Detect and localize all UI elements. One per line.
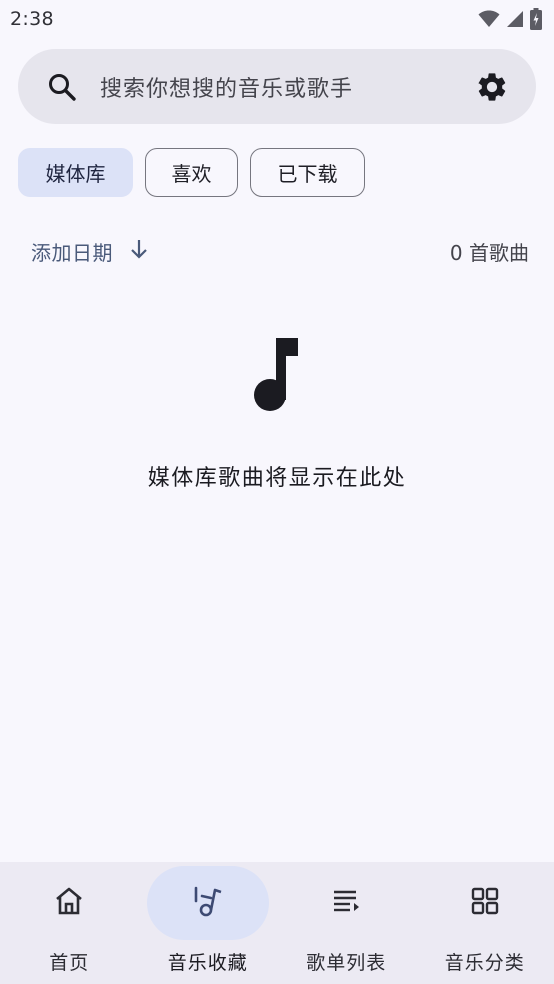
nav-label-categories[interactable]: 音乐分类 — [445, 948, 525, 975]
search-bar[interactable]: 搜索你想搜的音乐或歌手 — [18, 49, 536, 124]
music-library-icon[interactable] — [191, 884, 225, 922]
music-note-icon — [247, 332, 307, 426]
status-bar: 2:38 — [0, 0, 554, 38]
bottom-nav: 首页 音乐收藏 歌单列表 音乐分类 — [0, 862, 554, 984]
status-icons — [478, 8, 542, 30]
arrow-down-icon[interactable] — [129, 238, 149, 264]
signal-icon — [506, 10, 524, 28]
search-icon[interactable] — [46, 71, 78, 103]
empty-message: 媒体库歌曲将显示在此处 — [147, 466, 407, 491]
home-icon[interactable] — [53, 885, 85, 921]
sort-control[interactable]: 添加日期 — [31, 237, 149, 266]
filter-chips: 媒体库 喜欢 已下载 — [18, 148, 365, 197]
nav-item-playlists[interactable]: 歌单列表 — [277, 862, 416, 984]
sort-row: 添加日期 0 首歌曲 — [31, 232, 529, 270]
battery-charging-icon — [530, 8, 542, 30]
wifi-icon — [478, 10, 500, 28]
nav-icon-container[interactable] — [8, 866, 130, 940]
nav-item-categories[interactable]: 音乐分类 — [416, 862, 554, 984]
empty-state: 媒体库歌曲将显示在此处 — [0, 332, 554, 492]
nav-label-music-library[interactable]: 音乐收藏 — [168, 948, 248, 975]
chip-downloaded[interactable]: 已下载 — [250, 148, 365, 197]
status-time: 2:38 — [10, 8, 54, 30]
search-input[interactable]: 搜索你想搜的音乐或歌手 — [100, 71, 474, 103]
sort-label[interactable]: 添加日期 — [31, 237, 113, 266]
chip-library[interactable]: 媒体库 — [18, 148, 133, 197]
grid-icon[interactable] — [470, 886, 500, 920]
screen: 2:38 搜索你想搜的音乐或歌手 媒体库 喜欢 已下载 添加日期 0 首歌曲 媒… — [0, 0, 554, 984]
nav-icon-container[interactable] — [285, 866, 407, 940]
gear-icon[interactable] — [474, 69, 510, 105]
chip-favorites[interactable]: 喜欢 — [145, 148, 238, 197]
nav-icon-container[interactable] — [424, 866, 546, 940]
nav-label-playlists[interactable]: 歌单列表 — [306, 948, 386, 975]
song-count: 0 首歌曲 — [449, 240, 529, 265]
nav-item-music-library[interactable]: 音乐收藏 — [139, 862, 278, 984]
nav-label-home[interactable]: 首页 — [49, 948, 89, 975]
nav-item-home[interactable]: 首页 — [0, 862, 139, 984]
playlist-icon[interactable] — [330, 885, 362, 921]
nav-icon-container[interactable] — [146, 866, 269, 940]
